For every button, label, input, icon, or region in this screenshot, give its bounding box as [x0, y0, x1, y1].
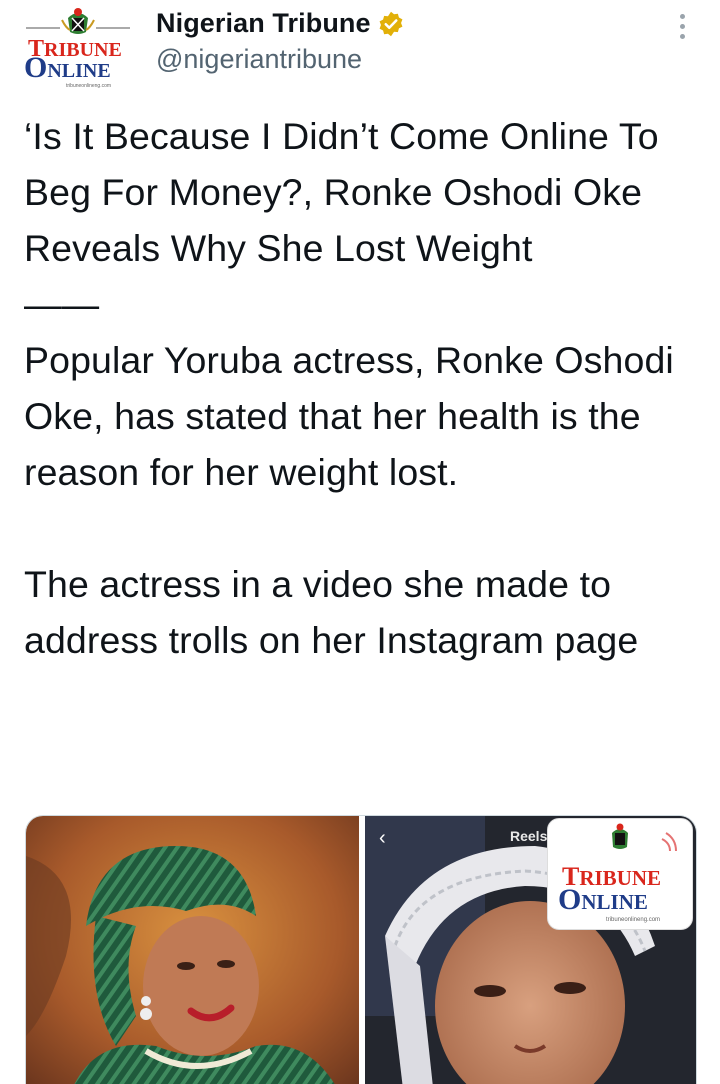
- logo-initial-o: O: [24, 51, 47, 84]
- author-avatar[interactable]: TRIBUNE ONLINE tribuneonlineng.com: [22, 6, 134, 90]
- author-display-name[interactable]: Nigerian Tribune: [156, 8, 371, 39]
- tweet-header: TRIBUNE ONLINE tribuneonlineng.com Niger…: [0, 0, 720, 100]
- svg-text:tribuneonlineng.com: tribuneonlineng.com: [606, 917, 660, 923]
- coat-of-arms-icon: [612, 823, 628, 849]
- more-options-icon[interactable]: [672, 6, 692, 46]
- tweet-text: ‘Is It Because I Didn’t Come Online To B…: [24, 115, 674, 661]
- media-photo-actress-portrait[interactable]: [26, 816, 359, 1084]
- chevron-left-icon[interactable]: ‹: [379, 828, 386, 848]
- author-handle[interactable]: @nigeriantribune: [156, 44, 362, 75]
- logo-url: tribuneonlineng.com: [66, 83, 111, 89]
- reels-label: Reels: [510, 828, 548, 844]
- coat-of-arms-icon: [61, 8, 95, 34]
- verified-badge-icon: [377, 10, 405, 38]
- tribune-online-watermark: TRIBUNE ONLINE tribuneonlineng.com: [547, 818, 693, 930]
- tweet-media-grid[interactable]: ‹ Reels TRIBUNE ONLINE tribuneonlineng.c…: [25, 815, 697, 1084]
- logo-line2-rest: NLINE: [47, 60, 110, 82]
- tribune-online-logo: TRIBUNE ONLINE tribuneonlineng.com: [24, 8, 130, 89]
- media-photo-reels-screenshot[interactable]: ‹ Reels TRIBUNE ONLINE tribuneonlineng.c…: [365, 816, 696, 1084]
- logo-line1-rest: RIBUNE: [44, 39, 122, 61]
- author-name-row[interactable]: Nigerian Tribune: [156, 8, 405, 39]
